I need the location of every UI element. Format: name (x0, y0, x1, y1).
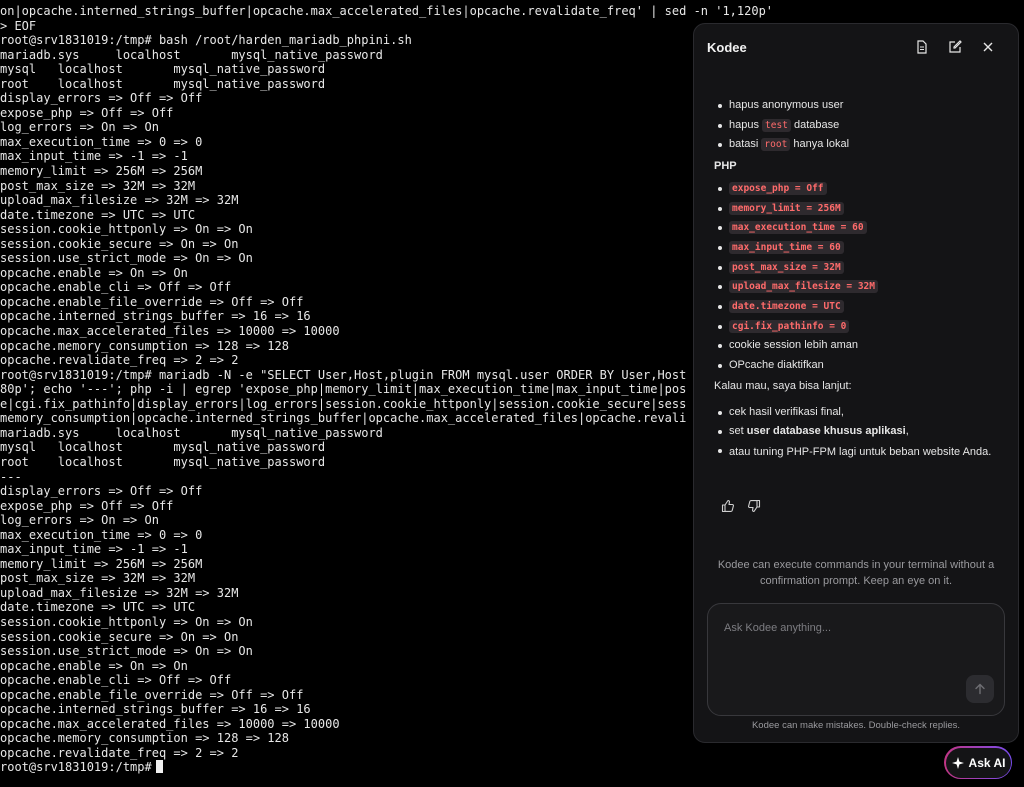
arrow-up-icon (975, 683, 985, 695)
close-icon[interactable] (978, 37, 998, 57)
ask-ai-label: Ask AI (968, 755, 1006, 770)
execution-warning: Kodee can execute commands in your termi… (717, 559, 995, 587)
send-button[interactable] (966, 675, 994, 703)
inline-code: date.timezone = UTC (729, 300, 844, 314)
list-item: cek hasil verifikasi final, (714, 403, 998, 423)
feedback-row (720, 498, 762, 514)
inline-code: max_input_time = 60 (729, 240, 844, 254)
php-list: expose_php = Off memory_limit = 256M max… (714, 179, 998, 376)
list-item: cookie session lebih aman (714, 336, 998, 356)
inline-code: upload_max_filesize = 32M (729, 280, 878, 294)
document-icon[interactable] (912, 37, 932, 57)
kodee-panel: Kodee hapus anonymous user hapus test da… (693, 23, 1019, 743)
inline-code: root (761, 138, 791, 152)
thumbs-down-icon[interactable] (746, 498, 762, 514)
list-item: batasi root hanya lokal (714, 135, 998, 155)
thumbs-up-icon[interactable] (720, 498, 736, 514)
inline-code: memory_limit = 256M (729, 201, 844, 215)
terminal-prompt: root@srv1831019:/tmp# (0, 760, 152, 775)
disclaimer: Kodee can make mistakes. Double-check re… (751, 720, 961, 731)
inline-code: post_max_size = 32M (729, 260, 844, 274)
ask-ai-button[interactable]: Ask AI (944, 746, 1012, 779)
list-item: hapus test database (714, 116, 998, 136)
inline-code: expose_php = Off (729, 181, 827, 195)
panel-title: Kodee (707, 40, 747, 55)
list-item: memory_limit = 256M (714, 199, 998, 219)
edit-icon[interactable] (945, 37, 965, 57)
list-item: date.timezone = UTC (714, 297, 998, 317)
list-item: max_execution_time = 60 (714, 218, 998, 238)
terminal-line: opcache.revalidate_freq => 2 => 2 (0, 745, 239, 760)
list-item: hapus anonymous user (714, 96, 998, 116)
assistant-message: hapus anonymous user hapus test database… (714, 96, 998, 460)
db-list: hapus anonymous user hapus test database… (714, 96, 998, 155)
list-item: expose_php = Off (714, 179, 998, 199)
terminal-prompt-line[interactable]: root@srv1831019:/tmp# (0, 760, 1024, 775)
list-item: post_max_size = 32M (714, 258, 998, 278)
chat-input[interactable] (724, 618, 984, 638)
inline-code: test (762, 118, 791, 132)
list-item: upload_max_filesize = 32M (714, 277, 998, 297)
next-steps-list: cek hasil verifikasi final, set user dat… (714, 403, 998, 460)
list-item: OPcache diaktifkan (714, 356, 998, 376)
terminal-line: on|opcache.interned_strings_buffer|opcac… (0, 4, 774, 18)
inline-code: max_execution_time = 60 (729, 221, 867, 235)
list-item: cgi.fix_pathinfo = 0 (714, 317, 998, 337)
list-item: atau tuning PHP-FPM lagi untuk beban web… (714, 442, 998, 460)
list-item: max_input_time = 60 (714, 238, 998, 258)
php-heading: PHP (714, 160, 737, 173)
followup-text: Kalau mau, saya bisa lanjut: (714, 379, 852, 392)
terminal-cursor (155, 760, 163, 774)
sparkle-icon (951, 756, 964, 769)
chat-input-box (707, 603, 1005, 716)
list-item: set user database khusus aplikasi, (714, 422, 998, 442)
inline-code: cgi.fix_pathinfo = 0 (729, 319, 850, 333)
